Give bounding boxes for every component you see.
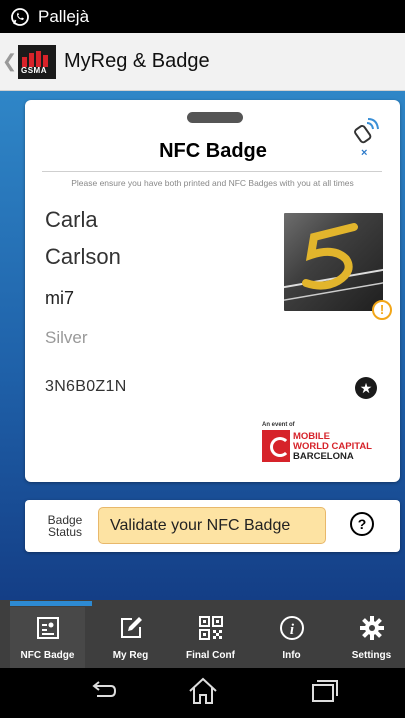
star-icon[interactable]: ★: [355, 377, 377, 399]
card-title: NFC Badge: [159, 140, 267, 162]
badge-status-label-line2: Status: [47, 525, 83, 539]
svg-text:i: i: [289, 622, 294, 638]
logo-text: GSMA: [21, 65, 47, 75]
tab-label: Info: [282, 650, 301, 661]
nfc-tag-icon[interactable]: [350, 116, 384, 146]
tab-final-conf[interactable]: Final Conf: [173, 607, 248, 668]
gsma-logo: GSMA: [18, 44, 56, 79]
mwc-logo-line: BARCELONA: [293, 451, 354, 462]
status-text: Pallejà: [38, 6, 90, 26]
tab-settings[interactable]: Settings: [334, 607, 405, 668]
last-name: Carlson: [45, 244, 121, 269]
tab-my-reg[interactable]: My Reg: [93, 607, 168, 668]
warning-icon[interactable]: !: [372, 300, 392, 320]
card-divider: [42, 171, 382, 172]
badge-note: Please ensure you have both printed and …: [71, 178, 354, 188]
back-caret-icon[interactable]: ❮: [2, 51, 17, 72]
whatsapp-icon: [11, 7, 29, 26]
badge-tier: Silver: [45, 328, 88, 347]
tab-info[interactable]: i Info: [254, 607, 329, 668]
back-icon[interactable]: [85, 676, 121, 706]
badge-status-label: Badge Status: [45, 514, 85, 538]
recents-icon[interactable]: [306, 676, 342, 706]
edit-icon: [120, 617, 142, 638]
home-icon[interactable]: [185, 676, 221, 706]
qr-code-icon: [198, 616, 223, 640]
tab-nfc-badge[interactable]: NFC Badge: [10, 607, 85, 668]
badge-code: 3N6B0Z1N: [45, 378, 127, 395]
active-tab-indicator: [10, 601, 92, 606]
first-name: Carla: [45, 207, 98, 232]
mwc-logo-icon: [262, 430, 290, 462]
gear-icon: [359, 616, 384, 640]
app-title: MyReg & Badge: [64, 50, 210, 72]
help-icon[interactable]: ?: [350, 512, 374, 536]
status-bar: Pallejà: [0, 0, 405, 33]
info-icon: i: [279, 616, 304, 640]
validate-nfc-badge-button[interactable]: Validate your NFC Badge: [98, 507, 326, 544]
nfc-close-icon[interactable]: ×: [361, 147, 367, 159]
profile-photo[interactable]: [284, 213, 383, 311]
card-drag-handle[interactable]: [187, 112, 243, 123]
tab-label: Settings: [351, 650, 392, 661]
tab-label: NFC Badge: [20, 650, 75, 661]
tab-label: My Reg: [112, 650, 149, 661]
event-of-label: An event of: [262, 422, 295, 428]
tab-label: Final Conf: [186, 650, 235, 661]
badge-icon: [36, 617, 59, 639]
company-name: mi7: [45, 288, 75, 308]
action-bar: ❮ GSMA MyReg & Badge: [0, 33, 405, 91]
